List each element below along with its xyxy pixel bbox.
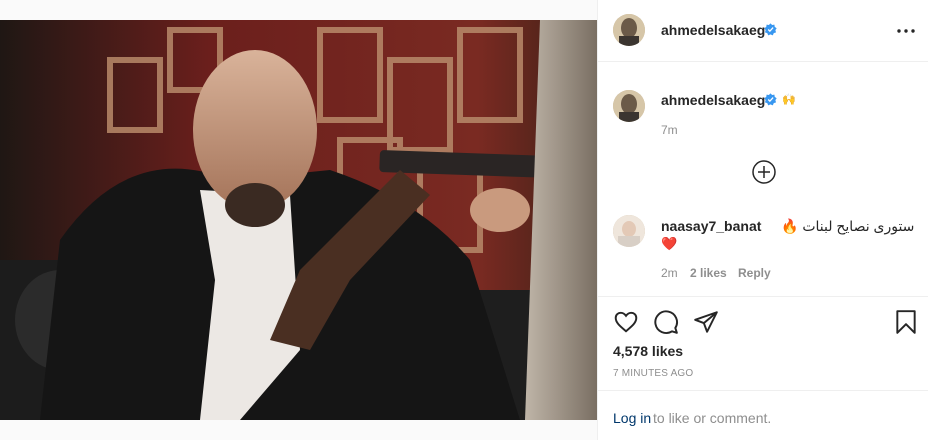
comment-heart-emoji: ❤️ bbox=[661, 236, 678, 251]
post-header: ahmedelsakaeg bbox=[598, 0, 928, 62]
login-link[interactable]: Log in bbox=[613, 410, 651, 426]
post-actions: 4,578 likes 7 MINUTES AGO bbox=[598, 296, 928, 390]
post-timestamp[interactable]: 7 MINUTES AGO bbox=[613, 368, 693, 379]
login-prompt-text: to like or comment. bbox=[653, 410, 772, 426]
avatar-image bbox=[613, 215, 645, 247]
like-heart-icon[interactable] bbox=[613, 309, 639, 335]
caption-author-avatar[interactable] bbox=[613, 90, 645, 122]
likes-count[interactable]: 4,578 likes bbox=[613, 343, 683, 359]
post-photo-illustration bbox=[0, 20, 597, 420]
commenter-username[interactable]: naasay7_banat bbox=[661, 218, 761, 234]
login-prompt: Log in to like or comment. bbox=[598, 390, 928, 440]
caption-emoji: 🙌 bbox=[782, 94, 796, 106]
caption-username[interactable]: ahmedelsakaeg bbox=[661, 92, 765, 108]
load-more-comments-icon[interactable] bbox=[752, 160, 776, 184]
comment-bubble-icon[interactable] bbox=[653, 309, 679, 335]
avatar-image bbox=[613, 14, 645, 46]
verified-badge-icon bbox=[764, 23, 777, 36]
author-avatar[interactable] bbox=[613, 14, 645, 46]
post-side-panel: ahmedelsakaeg ahmedelsakaeg 🙌 7m naasay7… bbox=[597, 0, 928, 440]
more-options-icon[interactable] bbox=[897, 24, 915, 38]
post-photo[interactable] bbox=[0, 20, 597, 420]
comment-time[interactable]: 2m bbox=[661, 266, 678, 280]
avatar-image bbox=[613, 90, 645, 122]
reply-button[interactable]: Reply bbox=[738, 266, 771, 280]
post-media-pane bbox=[0, 0, 597, 440]
author-username[interactable]: ahmedelsakaeg bbox=[661, 22, 765, 38]
save-bookmark-icon[interactable] bbox=[893, 309, 919, 335]
caption-time[interactable]: 7m bbox=[661, 123, 678, 137]
verified-badge-icon bbox=[764, 93, 777, 106]
commenter-avatar[interactable] bbox=[613, 215, 645, 247]
comment-likes[interactable]: 2 likes bbox=[690, 266, 727, 280]
comment-text: ستورى نصايح لبنات 🔥 bbox=[781, 218, 915, 234]
share-plane-icon[interactable] bbox=[693, 309, 719, 335]
